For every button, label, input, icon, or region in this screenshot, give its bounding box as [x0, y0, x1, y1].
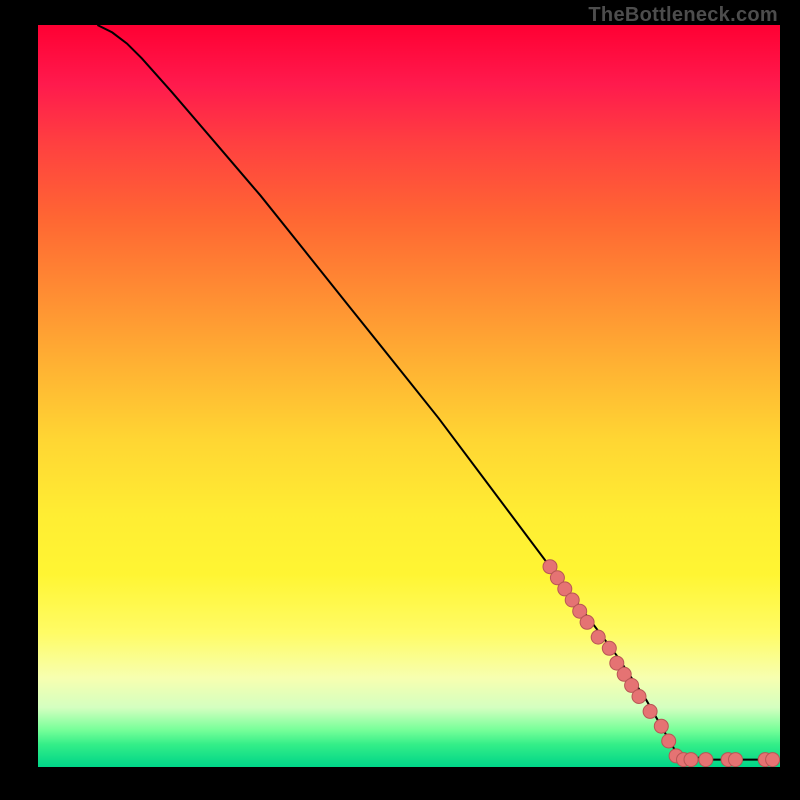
chart-frame	[38, 25, 780, 767]
data-marker	[643, 704, 657, 718]
data-marker	[591, 630, 605, 644]
data-marker	[580, 615, 594, 629]
data-marker	[602, 641, 616, 655]
data-marker	[699, 753, 713, 767]
data-marker	[632, 690, 646, 704]
attribution-text: TheBottleneck.com	[588, 4, 778, 27]
chart-canvas	[38, 25, 780, 767]
data-marker	[766, 753, 780, 767]
data-marker	[654, 719, 668, 733]
data-marker	[684, 753, 698, 767]
data-marker	[662, 734, 676, 748]
data-marker	[729, 753, 743, 767]
data-markers	[543, 560, 780, 767]
bottleneck-curve-line	[97, 25, 780, 760]
